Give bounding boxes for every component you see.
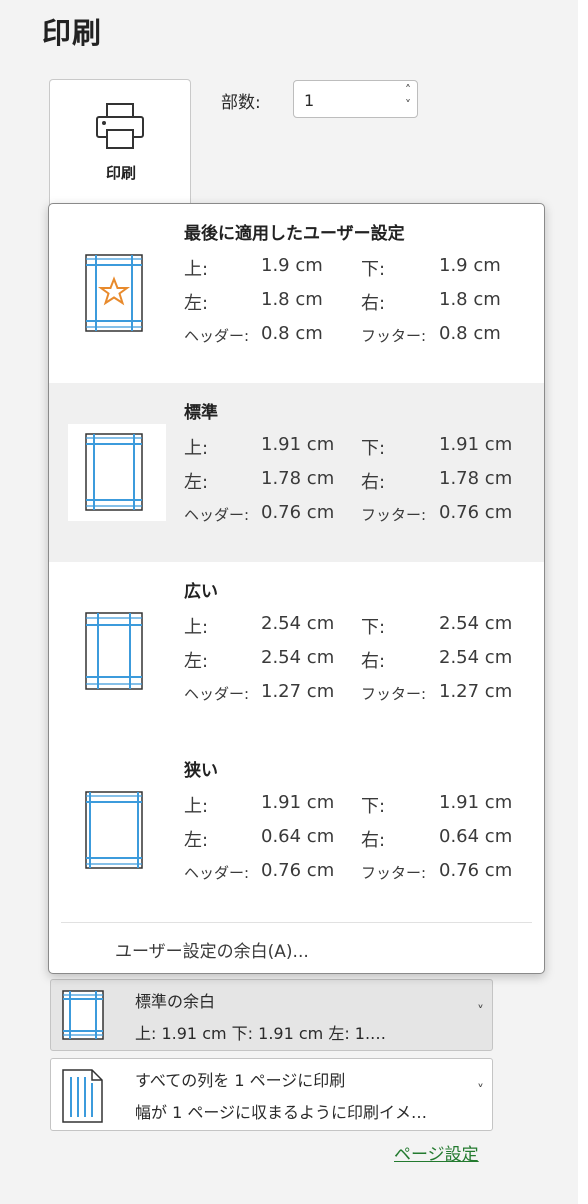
print-button-label: 印刷 [105,164,136,182]
left-label: 左: [184,651,209,672]
footer-value: 0.8 cm [439,323,501,344]
top-label: 上: [184,438,209,459]
bottom-value: 2.54 cm [439,613,513,634]
header-value: 0.76 cm [261,860,335,881]
fit-columns-icon [62,1069,104,1127]
left-value: 1.78 cm [261,468,335,489]
margin-option-name: 広い [184,582,218,602]
right-label: 右: [361,472,386,493]
bottom-label: 下: [361,796,386,817]
copies-value: 1 [304,91,315,110]
footer-value: 1.27 cm [439,681,513,702]
bottom-value: 1.91 cm [439,434,513,455]
chevron-down-icon: ˅ [477,1004,484,1020]
printer-icon [95,102,147,158]
margins-dropdown: 最後に適用したユーザー設定 上: 1.9 cm 下: 1.9 cm 左: 1.8… [48,203,545,974]
bottom-value: 1.9 cm [439,255,501,276]
top-value: 1.91 cm [261,792,335,813]
print-button[interactable]: 印刷 [49,79,191,209]
top-value: 2.54 cm [261,613,335,634]
top-value: 1.9 cm [261,255,323,276]
left-label: 左: [184,830,209,851]
right-label: 右: [361,293,386,314]
margin-option-last-custom[interactable]: 最後に適用したユーザー設定 上: 1.9 cm 下: 1.9 cm 左: 1.8… [49,204,544,383]
left-value: 2.54 cm [261,647,335,668]
margins-select-detail: 上: 1.91 cm 下: 1.91 cm 左: 1.… [135,1024,387,1043]
footer-label: フッター: [361,506,427,524]
header-label: ヘッダー: [184,685,250,703]
header-value: 0.8 cm [261,323,323,344]
normal-margins-icon [85,433,143,515]
right-value: 2.54 cm [439,647,513,668]
spin-up-icon[interactable]: ˄ [405,84,411,96]
margin-option-name: 狭い [184,761,218,781]
margin-option-wide[interactable]: 広い 上: 2.54 cm 下: 2.54 cm 左: 2.54 cm 右: 2… [49,562,544,741]
header-value: 1.27 cm [261,681,335,702]
footer-value: 0.76 cm [439,502,513,523]
footer-value: 0.76 cm [439,860,513,881]
top-value: 1.91 cm [261,434,335,455]
bottom-label: 下: [361,438,386,459]
narrow-margins-icon [85,791,143,873]
header-label: ヘッダー: [184,864,250,882]
custom-margins-star-icon [85,254,143,336]
wide-margins-icon [85,612,143,694]
divider [61,922,532,923]
scaling-select-detail: 幅が 1 ページに収まるように印刷イメ… [135,1103,428,1122]
bottom-label: 下: [361,617,386,638]
margin-option-name: 最後に適用したユーザー設定 [184,224,405,244]
footer-label: フッター: [361,685,427,703]
top-label: 上: [184,617,209,638]
left-value: 0.64 cm [261,826,335,847]
page-setup-link[interactable]: ページ設定 [394,1140,479,1165]
right-value: 1.78 cm [439,468,513,489]
header-value: 0.76 cm [261,502,335,523]
margins-select[interactable]: 標準の余白 上: 1.91 cm 下: 1.91 cm 左: 1.… ˅ [50,979,493,1051]
chevron-down-icon: ˅ [477,1083,484,1099]
right-value: 1.8 cm [439,289,501,310]
bottom-value: 1.91 cm [439,792,513,813]
footer-label: フッター: [361,327,427,345]
margin-option-narrow[interactable]: 狭い 上: 1.91 cm 下: 1.91 cm 左: 0.64 cm 右: 0… [49,741,544,920]
margin-option-normal[interactable]: 標準 上: 1.91 cm 下: 1.91 cm 左: 1.78 cm 右: 1… [49,383,544,562]
scaling-select-title: すべての列を 1 ページに印刷 [135,1071,346,1090]
header-label: ヘッダー: [184,506,250,524]
right-edge [578,0,588,1204]
copies-label: 部数: [221,93,261,113]
top-label: 上: [184,259,209,280]
right-label: 右: [361,651,386,672]
custom-margins-link[interactable]: ユーザー設定の余白(A)... [115,937,309,962]
bottom-label: 下: [361,259,386,280]
normal-margins-icon [62,990,104,1044]
footer-label: フッター: [361,864,427,882]
header-label: ヘッダー: [184,327,250,345]
spin-down-icon[interactable]: ˅ [405,99,411,111]
right-value: 0.64 cm [439,826,513,847]
scaling-select[interactable]: すべての列を 1 ページに印刷 幅が 1 ページに収まるように印刷イメ… ˅ [50,1058,493,1131]
copies-spinner[interactable]: 1 ˄ ˅ [293,80,418,118]
margin-option-name: 標準 [184,403,218,423]
right-label: 右: [361,830,386,851]
left-value: 1.8 cm [261,289,323,310]
margins-select-title: 標準の余白 [135,992,216,1011]
left-label: 左: [184,293,209,314]
top-label: 上: [184,796,209,817]
page-title: 印刷 [42,16,103,50]
left-label: 左: [184,472,209,493]
